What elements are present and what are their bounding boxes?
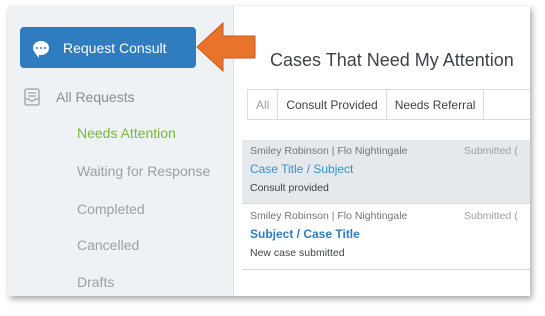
sidebar-item-cancelled[interactable]: Cancelled (77, 237, 139, 253)
page-title: Cases That Need My Attention (270, 50, 514, 70)
tab-all[interactable]: All (248, 90, 279, 119)
sidebar-item-completed[interactable]: Completed (77, 201, 145, 217)
inbox-icon (24, 88, 40, 106)
sidebar-item-drafts[interactable]: Drafts (77, 274, 114, 290)
case-row[interactable]: Smiley Robinson | Flo Nightingale Submit… (242, 140, 530, 204)
request-consult-button[interactable]: Request Consult (20, 27, 196, 68)
case-submitted: Submitted ( (464, 210, 518, 222)
case-status: Consult provided (250, 182, 329, 194)
all-requests-label: All Requests (56, 89, 135, 105)
case-title-link[interactable]: Case Title / Subject (250, 162, 353, 176)
case-submitted: Submitted ( (464, 145, 518, 157)
sidebar-item-all-requests[interactable]: All Requests (24, 86, 135, 108)
case-row[interactable]: Smiley Robinson | Flo Nightingale Submit… (242, 205, 530, 270)
tab-consult-provided[interactable]: Consult Provided (278, 90, 387, 119)
request-consult-label: Request Consult (63, 39, 167, 56)
sidebar-item-needs-attention[interactable]: Needs Attention (77, 125, 176, 141)
arrow-left-icon (196, 21, 256, 73)
filter-tabs: All Consult Provided Needs Referral (247, 89, 530, 120)
case-participants: Smiley Robinson | Flo Nightingale (250, 145, 408, 157)
case-title-link[interactable]: Subject / Case Title (250, 227, 360, 241)
chat-bubble-icon (33, 40, 49, 58)
sidebar-item-waiting-for-response[interactable]: Waiting for Response (77, 163, 210, 179)
app-window: Request Consult All Requests Needs Atten… (8, 6, 530, 296)
tab-needs-referral[interactable]: Needs Referral (387, 90, 485, 119)
case-participants: Smiley Robinson | Flo Nightingale (250, 210, 408, 222)
case-status: New case submitted (250, 247, 345, 259)
